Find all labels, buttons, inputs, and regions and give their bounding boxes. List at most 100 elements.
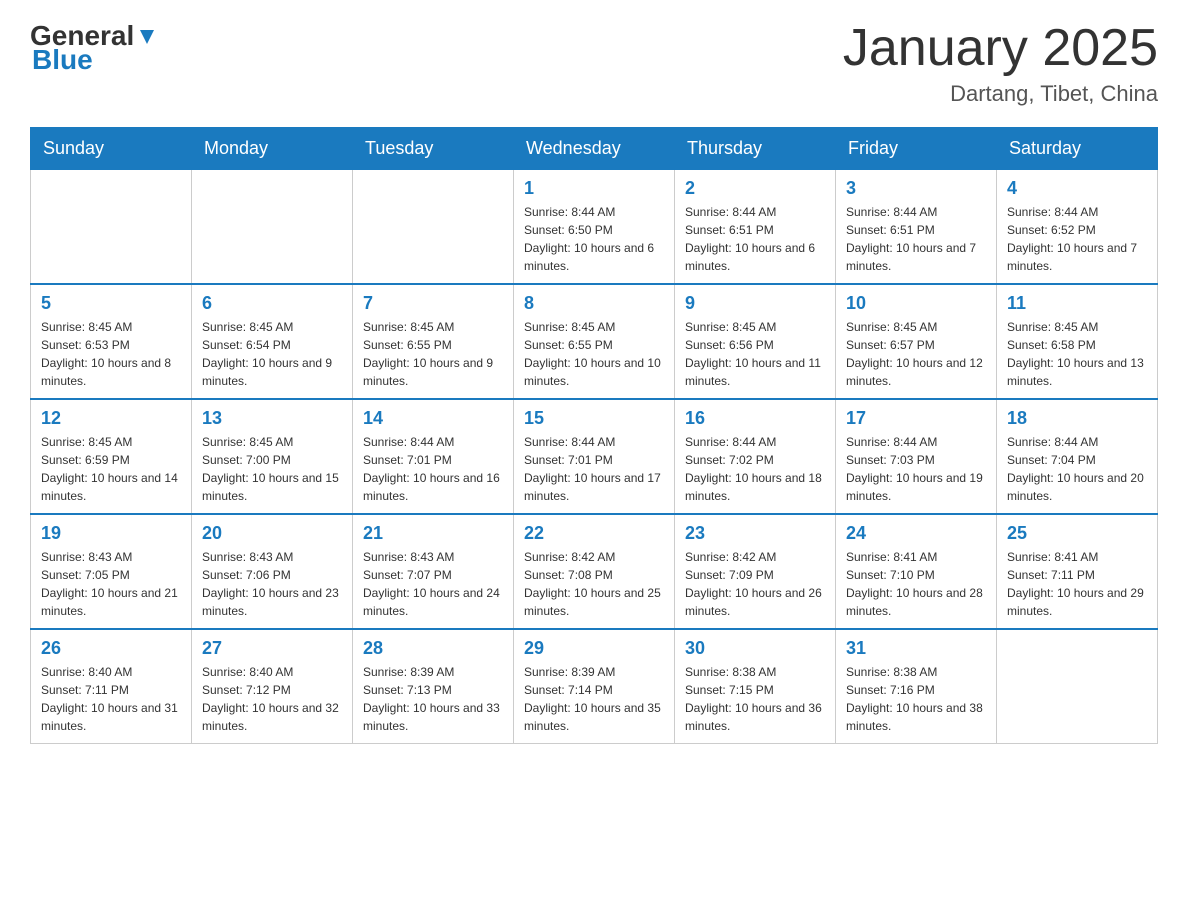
day-number: 28 xyxy=(363,638,503,659)
calendar-cell: 13 Sunrise: 8:45 AM Sunset: 7:00 PM Dayli… xyxy=(192,399,353,514)
week-row-1: 1 Sunrise: 8:44 AM Sunset: 6:50 PM Daylig… xyxy=(31,170,1158,285)
day-info: Sunrise: 8:45 AM Sunset: 7:00 PM Dayligh… xyxy=(202,433,342,505)
calendar-cell: 1 Sunrise: 8:44 AM Sunset: 6:50 PM Daylig… xyxy=(514,170,675,285)
day-header-saturday: Saturday xyxy=(997,128,1158,170)
day-number: 31 xyxy=(846,638,986,659)
day-info: Sunrise: 8:45 AM Sunset: 6:56 PM Dayligh… xyxy=(685,318,825,390)
day-number: 13 xyxy=(202,408,342,429)
day-number: 20 xyxy=(202,523,342,544)
page-header: General Blue January 2025 Dartang, Tibet… xyxy=(30,20,1158,107)
calendar-cell: 2 Sunrise: 8:44 AM Sunset: 6:51 PM Daylig… xyxy=(675,170,836,285)
calendar-cell: 4Sunrise: 8:44 AM Sunset: 6:52 PM Daylig… xyxy=(997,170,1158,285)
day-number: 3 xyxy=(846,178,986,199)
day-number: 27 xyxy=(202,638,342,659)
calendar-cell: 16 Sunrise: 8:44 AM Sunset: 7:02 PM Dayli… xyxy=(675,399,836,514)
calendar-table: SundayMondayTuesdayWednesdayThursdayFrid… xyxy=(30,127,1158,744)
day-info: Sunrise: 8:44 AM Sunset: 7:03 PM Dayligh… xyxy=(846,433,986,505)
calendar-cell: 22 Sunrise: 8:42 AM Sunset: 7:08 PM Dayli… xyxy=(514,514,675,629)
day-number: 10 xyxy=(846,293,986,314)
day-info: Sunrise: 8:40 AM Sunset: 7:12 PM Dayligh… xyxy=(202,663,342,735)
day-number: 6 xyxy=(202,293,342,314)
day-number: 23 xyxy=(685,523,825,544)
calendar-cell: 25 Sunrise: 8:41 AM Sunset: 7:11 PM Dayli… xyxy=(997,514,1158,629)
day-info: Sunrise: 8:41 AM Sunset: 7:11 PM Dayligh… xyxy=(1007,548,1147,620)
day-info: Sunrise: 8:43 AM Sunset: 7:07 PM Dayligh… xyxy=(363,548,503,620)
day-number: 22 xyxy=(524,523,664,544)
day-number: 25 xyxy=(1007,523,1147,544)
day-info: Sunrise: 8:44 AM Sunset: 7:01 PM Dayligh… xyxy=(363,433,503,505)
week-row-2: 5 Sunrise: 8:45 AM Sunset: 6:53 PM Daylig… xyxy=(31,284,1158,399)
day-info: Sunrise: 8:45 AM Sunset: 6:54 PM Dayligh… xyxy=(202,318,342,390)
day-header-sunday: Sunday xyxy=(31,128,192,170)
day-number: 24 xyxy=(846,523,986,544)
day-info: Sunrise: 8:44 AM Sunset: 7:02 PM Dayligh… xyxy=(685,433,825,505)
logo-triangle-icon xyxy=(136,26,158,48)
day-info: Sunrise: 8:43 AM Sunset: 7:05 PM Dayligh… xyxy=(41,548,181,620)
day-info: Sunrise: 8:45 AM Sunset: 6:58 PM Dayligh… xyxy=(1007,318,1147,390)
week-row-5: 26Sunrise: 8:40 AM Sunset: 7:11 PM Dayli… xyxy=(31,629,1158,744)
day-header-friday: Friday xyxy=(836,128,997,170)
calendar-cell: 21 Sunrise: 8:43 AM Sunset: 7:07 PM Dayli… xyxy=(353,514,514,629)
calendar-cell: 7 Sunrise: 8:45 AM Sunset: 6:55 PM Daylig… xyxy=(353,284,514,399)
day-header-thursday: Thursday xyxy=(675,128,836,170)
calendar-cell: 8 Sunrise: 8:45 AM Sunset: 6:55 PM Daylig… xyxy=(514,284,675,399)
week-row-3: 12Sunrise: 8:45 AM Sunset: 6:59 PM Dayli… xyxy=(31,399,1158,514)
day-number: 9 xyxy=(685,293,825,314)
calendar-subtitle: Dartang, Tibet, China xyxy=(843,81,1158,107)
day-info: Sunrise: 8:44 AM Sunset: 7:01 PM Dayligh… xyxy=(524,433,664,505)
day-info: Sunrise: 8:44 AM Sunset: 6:50 PM Dayligh… xyxy=(524,203,664,275)
day-info: Sunrise: 8:45 AM Sunset: 6:53 PM Dayligh… xyxy=(41,318,181,390)
day-number: 18 xyxy=(1007,408,1147,429)
day-info: Sunrise: 8:42 AM Sunset: 7:08 PM Dayligh… xyxy=(524,548,664,620)
day-number: 29 xyxy=(524,638,664,659)
day-number: 14 xyxy=(363,408,503,429)
day-number: 11 xyxy=(1007,293,1147,314)
day-header-monday: Monday xyxy=(192,128,353,170)
day-info: Sunrise: 8:44 AM Sunset: 7:04 PM Dayligh… xyxy=(1007,433,1147,505)
calendar-cell: 11 Sunrise: 8:45 AM Sunset: 6:58 PM Dayli… xyxy=(997,284,1158,399)
day-header-tuesday: Tuesday xyxy=(353,128,514,170)
day-info: Sunrise: 8:44 AM Sunset: 6:51 PM Dayligh… xyxy=(685,203,825,275)
day-number: 16 xyxy=(685,408,825,429)
calendar-cell: 20 Sunrise: 8:43 AM Sunset: 7:06 PM Dayli… xyxy=(192,514,353,629)
calendar-cell: 5 Sunrise: 8:45 AM Sunset: 6:53 PM Daylig… xyxy=(31,284,192,399)
calendar-cell: 23Sunrise: 8:42 AM Sunset: 7:09 PM Dayli… xyxy=(675,514,836,629)
week-row-4: 19 Sunrise: 8:43 AM Sunset: 7:05 PM Dayli… xyxy=(31,514,1158,629)
days-header-row: SundayMondayTuesdayWednesdayThursdayFrid… xyxy=(31,128,1158,170)
logo-blue: Blue xyxy=(32,44,93,76)
calendar-cell: 10 Sunrise: 8:45 AM Sunset: 6:57 PM Dayli… xyxy=(836,284,997,399)
day-info: Sunrise: 8:45 AM Sunset: 6:55 PM Dayligh… xyxy=(363,318,503,390)
day-number: 7 xyxy=(363,293,503,314)
day-number: 8 xyxy=(524,293,664,314)
day-number: 21 xyxy=(363,523,503,544)
calendar-title: January 2025 xyxy=(843,20,1158,77)
day-info: Sunrise: 8:38 AM Sunset: 7:16 PM Dayligh… xyxy=(846,663,986,735)
calendar-cell: 19 Sunrise: 8:43 AM Sunset: 7:05 PM Dayli… xyxy=(31,514,192,629)
calendar-cell: 9 Sunrise: 8:45 AM Sunset: 6:56 PM Daylig… xyxy=(675,284,836,399)
day-info: Sunrise: 8:38 AM Sunset: 7:15 PM Dayligh… xyxy=(685,663,825,735)
day-number: 4 xyxy=(1007,178,1147,199)
day-info: Sunrise: 8:45 AM Sunset: 6:57 PM Dayligh… xyxy=(846,318,986,390)
day-number: 2 xyxy=(685,178,825,199)
day-number: 12 xyxy=(41,408,181,429)
day-info: Sunrise: 8:45 AM Sunset: 6:55 PM Dayligh… xyxy=(524,318,664,390)
day-info: Sunrise: 8:43 AM Sunset: 7:06 PM Dayligh… xyxy=(202,548,342,620)
title-section: January 2025 Dartang, Tibet, China xyxy=(843,20,1158,107)
calendar-cell: 24 Sunrise: 8:41 AM Sunset: 7:10 PM Dayli… xyxy=(836,514,997,629)
day-info: Sunrise: 8:39 AM Sunset: 7:14 PM Dayligh… xyxy=(524,663,664,735)
day-number: 5 xyxy=(41,293,181,314)
day-info: Sunrise: 8:41 AM Sunset: 7:10 PM Dayligh… xyxy=(846,548,986,620)
calendar-cell: 14 Sunrise: 8:44 AM Sunset: 7:01 PM Dayli… xyxy=(353,399,514,514)
calendar-cell: 15Sunrise: 8:44 AM Sunset: 7:01 PM Dayli… xyxy=(514,399,675,514)
day-number: 19 xyxy=(41,523,181,544)
calendar-cell: 18 Sunrise: 8:44 AM Sunset: 7:04 PM Dayli… xyxy=(997,399,1158,514)
calendar-cell: 3 Sunrise: 8:44 AM Sunset: 6:51 PM Daylig… xyxy=(836,170,997,285)
day-info: Sunrise: 8:39 AM Sunset: 7:13 PM Dayligh… xyxy=(363,663,503,735)
calendar-cell: 29 Sunrise: 8:39 AM Sunset: 7:14 PM Dayli… xyxy=(514,629,675,744)
calendar-cell: 17Sunrise: 8:44 AM Sunset: 7:03 PM Dayli… xyxy=(836,399,997,514)
calendar-cell xyxy=(192,170,353,285)
day-header-wednesday: Wednesday xyxy=(514,128,675,170)
day-info: Sunrise: 8:44 AM Sunset: 6:51 PM Dayligh… xyxy=(846,203,986,275)
calendar-cell: 28 Sunrise: 8:39 AM Sunset: 7:13 PM Dayli… xyxy=(353,629,514,744)
day-number: 1 xyxy=(524,178,664,199)
